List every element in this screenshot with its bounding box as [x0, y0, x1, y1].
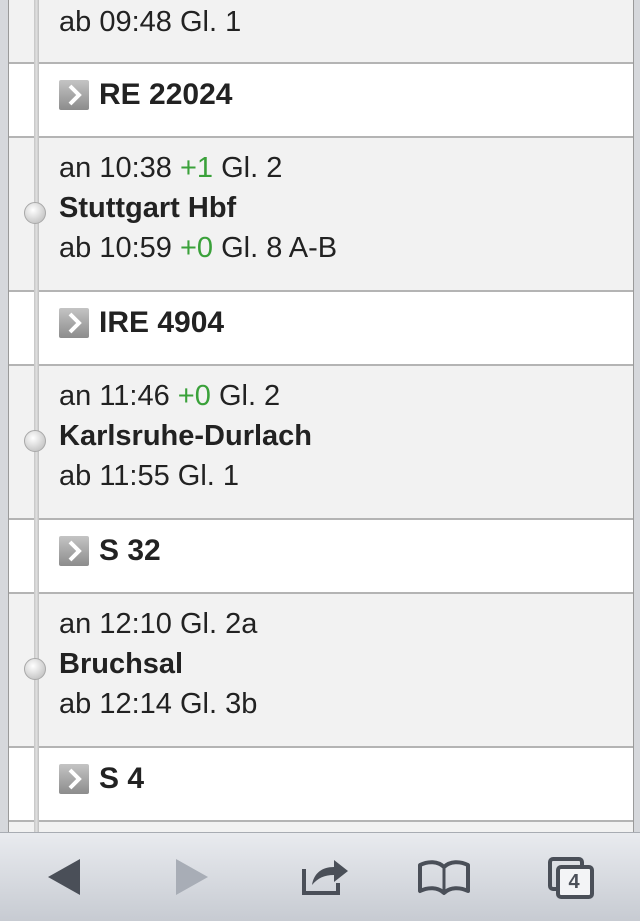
departure-time: ab 09:48	[59, 6, 172, 38]
back-button[interactable]	[34, 847, 94, 907]
timeline-stop-dot	[24, 658, 46, 680]
departure-time: ab 12:14	[59, 688, 172, 720]
forward-arrow-icon	[176, 859, 208, 895]
arrival-platform: Gl. 2	[218, 380, 281, 412]
stop-row: an 10:38 +1 Gl. 2 Stuttgart Hbf ab 10:59…	[9, 138, 633, 292]
back-arrow-icon	[48, 859, 80, 895]
departure-platform: Gl. 8 A-B	[221, 232, 338, 264]
chevron-right-icon[interactable]	[59, 764, 89, 794]
stop-row: ab 09:48 Gl. 1	[9, 0, 633, 64]
timeline-line	[34, 0, 39, 832]
chevron-right-icon[interactable]	[59, 536, 89, 566]
departure-platform: Gl. 1	[177, 460, 240, 492]
stop-row: an 11:46 +0 Gl. 2 Karlsruhe-Durlach ab 1…	[9, 366, 633, 520]
arrival-platform: Gl. 2a	[179, 608, 258, 640]
stop-row: an 12:10 Gl. 2a Bruchsal ab 12:14 Gl. 3b	[9, 594, 633, 748]
share-icon	[302, 860, 348, 895]
departure-platform: Gl. 3b	[179, 688, 258, 720]
chevron-right-icon[interactable]	[59, 308, 89, 338]
arrival-delay: +1	[179, 152, 214, 184]
departure-line: ab 10:59 +0 Gl. 8 A-B	[59, 230, 337, 266]
arrival-line: an 11:46 +0 Gl. 2	[59, 378, 280, 414]
train-row[interactable]: IRE 4904	[9, 292, 633, 366]
arrival-time: an 12:10	[59, 608, 172, 640]
train-label[interactable]: S 32	[99, 533, 161, 569]
arrival-time: an 10:38	[59, 152, 172, 184]
chevron-right-icon[interactable]	[59, 80, 89, 110]
arrival-time: an 11:46	[59, 380, 170, 412]
train-label[interactable]: S 4	[99, 761, 144, 797]
bookmarks-book-icon	[418, 860, 470, 895]
train-label[interactable]: RE 22024	[99, 77, 232, 113]
arrival-line: an 10:38 +1 Gl. 2	[59, 150, 282, 186]
departure-platform: Gl. 1	[179, 6, 242, 38]
departure-line: ab 09:48 Gl. 1	[59, 4, 241, 40]
train-label[interactable]: IRE 4904	[99, 305, 224, 341]
departure-time: ab 10:59	[59, 232, 172, 264]
forward-button[interactable]	[162, 847, 222, 907]
share-button[interactable]	[294, 847, 354, 907]
tabs-count: 4	[568, 871, 580, 893]
arrival-delay: +0	[177, 380, 211, 412]
timeline-stop-dot	[24, 430, 46, 452]
station-name: Stuttgart Hbf	[59, 192, 237, 224]
stop-row	[9, 822, 633, 832]
departure-line: ab 12:14 Gl. 3b	[59, 686, 257, 722]
station-name: Karlsruhe-Durlach	[59, 420, 313, 452]
connection-details: ab 09:48 Gl. 1 RE 22024 an 10:38 +1 Gl. …	[8, 0, 634, 832]
bookmarks-button[interactable]	[414, 847, 474, 907]
browser-toolbar: 4	[0, 832, 640, 921]
train-row[interactable]: S 32	[9, 520, 633, 594]
train-row[interactable]: S 4	[9, 748, 633, 822]
arrival-platform: Gl. 2	[221, 152, 283, 184]
departure-time: ab 11:55	[59, 460, 170, 492]
station-name: Bruchsal	[59, 648, 184, 680]
departure-delay: +0	[179, 232, 214, 264]
departure-line: ab 11:55 Gl. 1	[59, 458, 239, 494]
arrival-line: an 12:10 Gl. 2a	[59, 606, 257, 642]
train-row[interactable]: RE 22024	[9, 64, 633, 138]
timeline-stop-dot	[24, 202, 46, 224]
